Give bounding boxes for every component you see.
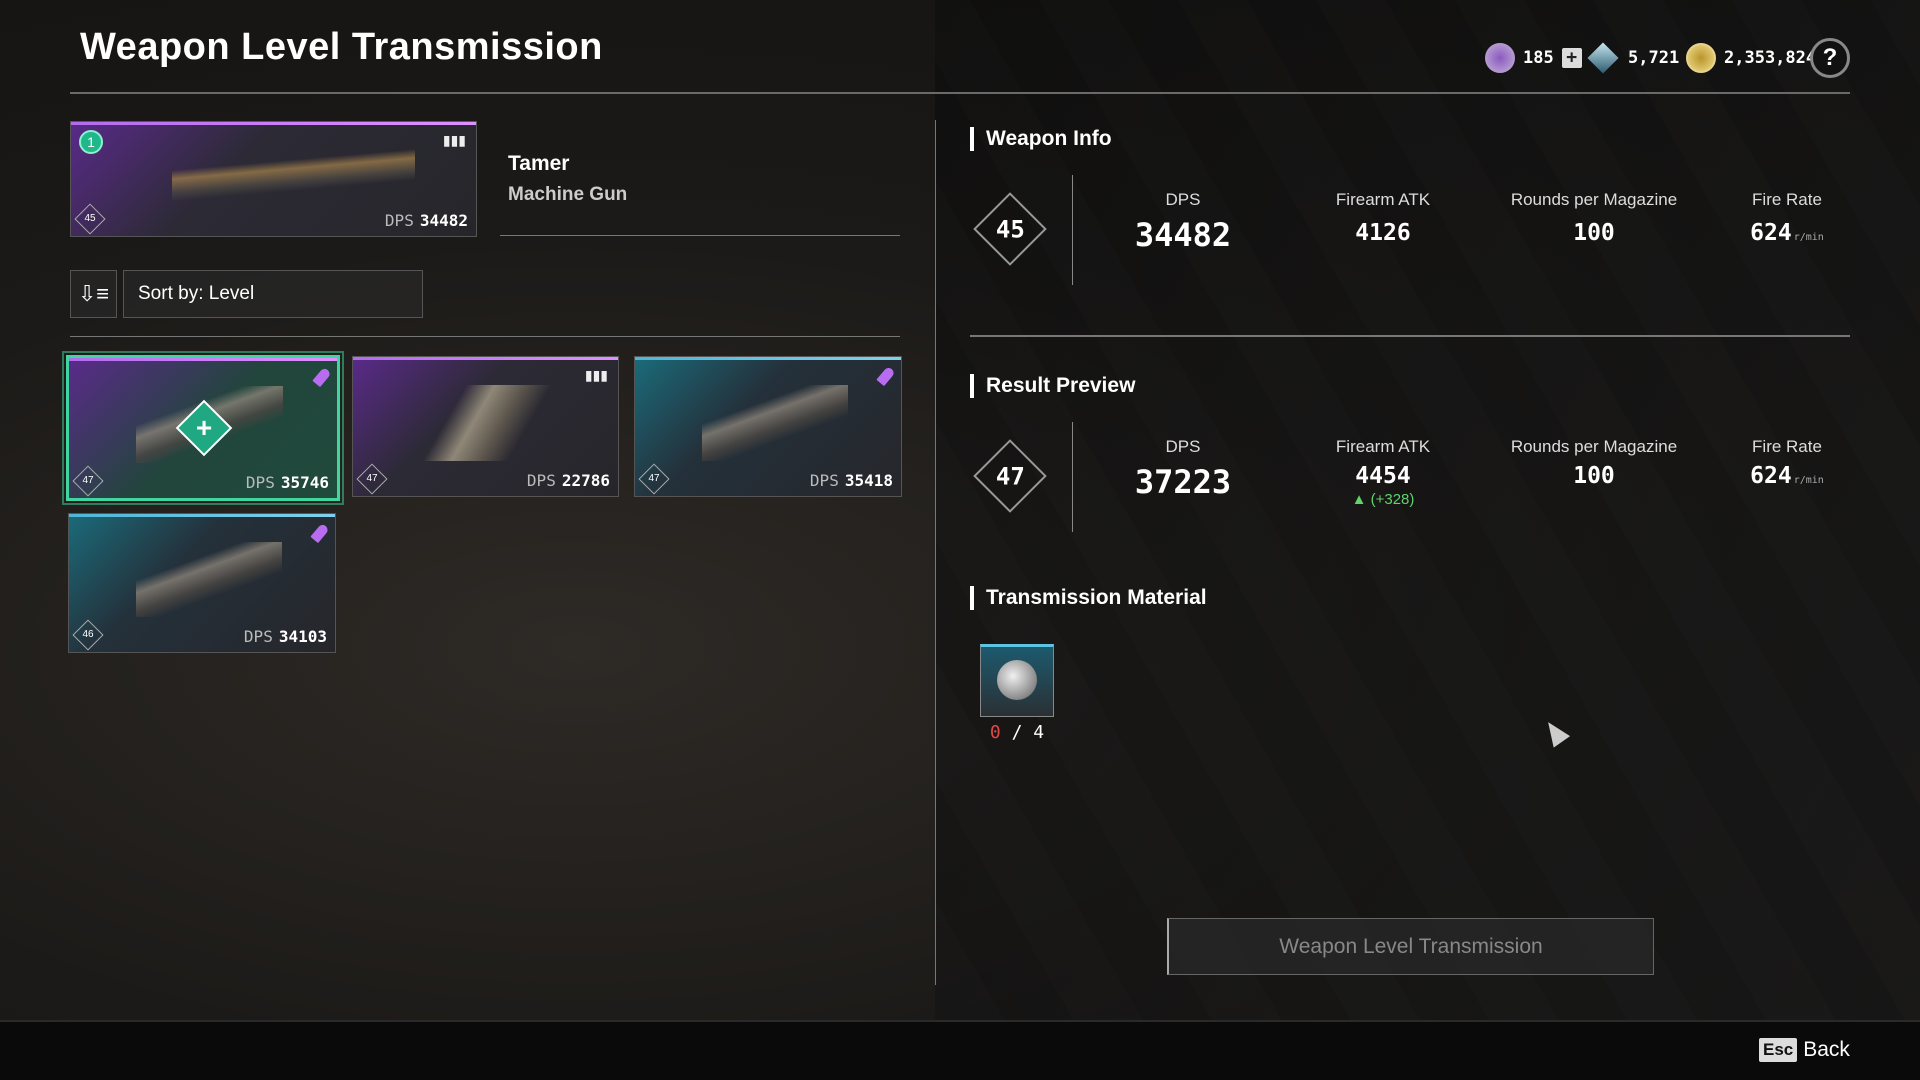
currency-gold: 2,353,824 [1686,42,1816,74]
weapon-card[interactable]: 47 DPS 35418 [634,356,902,497]
stat-dps: DPS 34482 [1134,190,1232,254]
list-divider [70,336,900,337]
transmission-material-heading: Transmission Material [970,586,1207,610]
stat-dps: DPS 37223 [1134,437,1232,501]
panel-divider [935,120,936,985]
sort-order-button[interactable]: ⇩≡ [70,270,117,318]
stat-fire-rate: Fire Rate 624 r/min [1750,437,1824,489]
special-ammo-icon [310,522,330,544]
weapon-level-transmission-button[interactable]: Weapon Level Transmission [1167,918,1654,975]
stat-fire-rate: Fire Rate 624 r/min [1750,190,1824,246]
stat-firearm-atk: Firearm ATK 4454 ▲ (+328) [1273,437,1493,508]
heavy-ammo-icon: ▮▮▮ [584,367,608,383]
stat-firearm-atk: Firearm ATK 4126 [1335,190,1431,246]
stat-rounds: Rounds per Magazine 100 [1510,190,1678,246]
heavy-ammo-icon: ▮▮▮ [442,132,466,148]
result-preview-heading: Result Preview [970,374,1135,398]
special-ammo-icon [312,366,332,388]
currency-value: 5,721 [1628,48,1680,68]
right-panel-background [935,0,1920,1020]
equipped-slot-badge: 1 [79,130,103,154]
weapon-dps: DPS 35746 [245,473,329,492]
weapon-dps: DPS 34482 [384,211,468,230]
level-badge: 46 [72,619,104,651]
crystal-coin-icon [1485,43,1515,73]
currency-crystal: 185 + [1485,42,1582,74]
currency-value: 2,353,824 [1724,48,1817,68]
weapon-card[interactable]: 46 DPS 34103 [68,513,336,653]
weapon-image [172,139,416,208]
weapon-image [135,541,282,618]
currency-value: 185 [1523,48,1554,68]
page-title: Weapon Level Transmission [80,26,603,68]
sort-dropdown[interactable]: Sort by: Level [123,270,423,318]
material-count: 0 / 4 [989,722,1045,743]
sort-icon: ⇩≡ [77,281,110,306]
level-badge: 47 [356,463,388,495]
name-divider [500,235,900,236]
weapon-dps: DPS 34103 [243,627,327,646]
weapon-dps: DPS 35418 [809,471,893,490]
kuiper-shard-icon [1587,42,1619,74]
material-orb-icon [997,660,1037,700]
weapon-card[interactable]: ▮▮▮ 47 DPS 22786 [352,356,619,497]
level-badge: 47 [72,465,104,497]
level-badge: 45 [74,203,106,235]
gold-coin-icon [1686,43,1716,73]
current-weapon-card[interactable]: 1 ▮▮▮ 45 DPS 34482 [70,121,477,237]
special-ammo-icon [876,365,896,387]
stat-rounds: Rounds per Magazine 100 [1510,437,1678,489]
footer-bar [0,1020,1920,1080]
weapon-type: Machine Gun [508,184,628,205]
help-button[interactable]: ? [1810,38,1850,78]
currency-shard: 5,721 [1587,42,1680,74]
add-currency-button[interactable]: + [1561,48,1582,68]
weapon-image [419,384,565,462]
header-divider [70,92,1850,94]
weapon-card-selected[interactable]: + 47 DPS 35746 [62,351,344,505]
weapon-dps: DPS 22786 [526,471,610,490]
weapon-name: Tamer [508,152,570,175]
section-divider [970,335,1850,337]
back-button[interactable]: Esc Back [1759,1038,1850,1062]
weapon-info-heading: Weapon Info [970,127,1112,151]
material-slot[interactable] [980,644,1054,717]
weapon-image [701,384,848,462]
back-label: Back [1803,1038,1850,1061]
stat-increase: ▲ (+328) [1351,491,1415,508]
level-badge: 47 [638,463,670,495]
esc-key-icon: Esc [1759,1038,1798,1062]
